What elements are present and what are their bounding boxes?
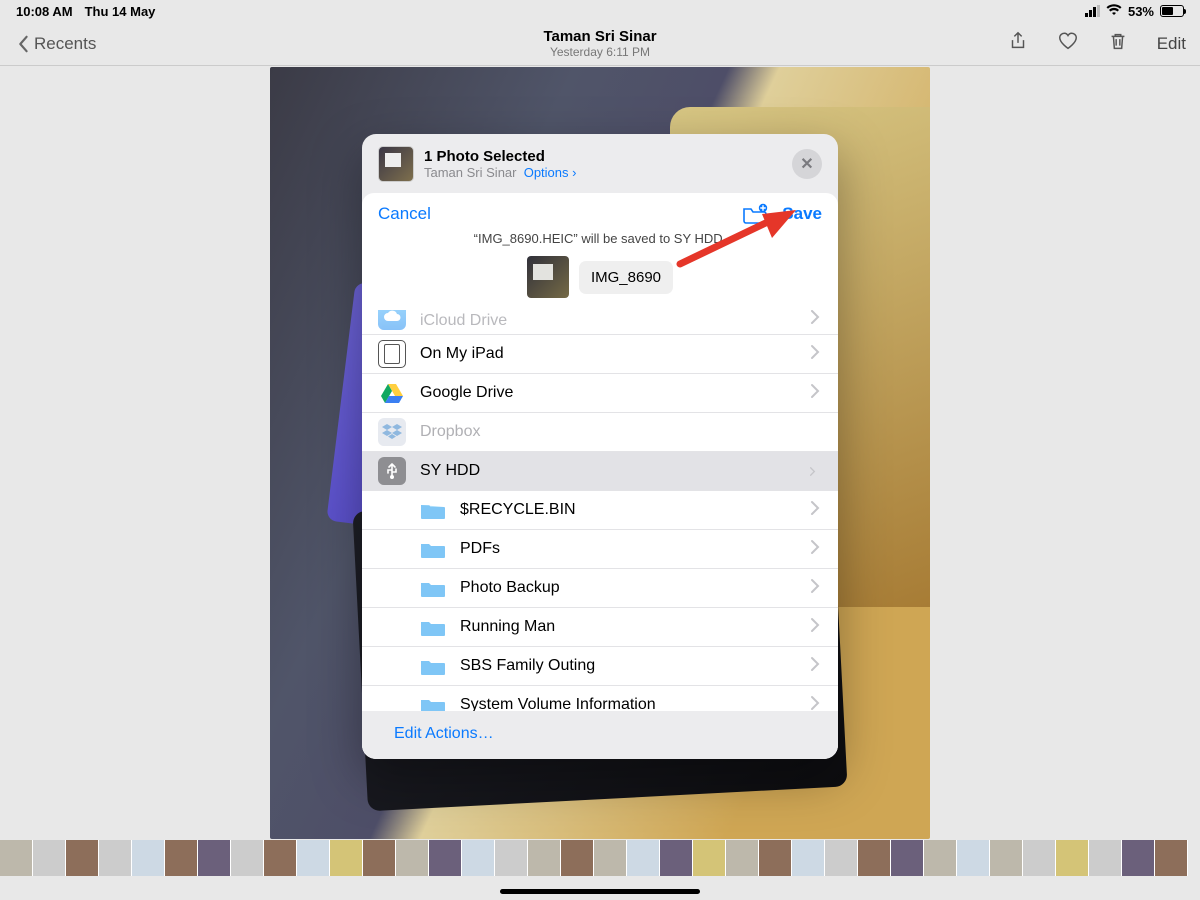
new-folder-icon xyxy=(742,203,768,225)
google-drive-icon xyxy=(378,379,406,407)
usb-drive-icon xyxy=(378,457,406,485)
folder-sbs-family-outing[interactable]: SBS Family Outing xyxy=(362,646,838,685)
folder-label: PDFs xyxy=(460,540,500,558)
icloud-icon xyxy=(378,310,406,330)
location-dropbox[interactable]: Dropbox xyxy=(362,412,838,451)
folder-icon xyxy=(420,695,446,711)
back-button[interactable]: Recents xyxy=(14,34,96,54)
chevron-right-icon xyxy=(810,617,820,638)
share-sheet-subtitle: Taman Sri Sinar xyxy=(424,165,516,180)
folder-recycle-bin[interactable]: $RECYCLE.BIN xyxy=(362,490,838,529)
folder-icon xyxy=(420,656,446,676)
battery-percent: 53% xyxy=(1128,4,1154,19)
location-on-my-ipad[interactable]: On My iPad xyxy=(362,334,838,373)
location-icloud-drive[interactable]: iCloud Drive xyxy=(362,310,838,334)
location-sy-hdd[interactable]: SY HDD xyxy=(362,451,838,490)
location-label: Dropbox xyxy=(420,423,480,441)
dropbox-icon xyxy=(378,418,406,446)
status-date: Thu 14 May xyxy=(85,4,156,19)
share-sheet-header: 1 Photo Selected Taman Sri Sinar Options… xyxy=(362,134,838,192)
location-label: On My iPad xyxy=(420,345,504,363)
nav-title-block: Taman Sri Sinar Yesterday 6:11 PM xyxy=(543,28,656,59)
chevron-right-icon xyxy=(810,383,820,404)
folder-pdfs[interactable]: PDFs xyxy=(362,529,838,568)
location-label: SY HDD xyxy=(420,462,480,480)
chevron-right-icon xyxy=(810,539,820,560)
folder-photo-backup[interactable]: Photo Backup xyxy=(362,568,838,607)
folder-icon xyxy=(420,578,446,598)
chevron-right-icon xyxy=(810,344,820,365)
status-bar: 10:08 AM Thu 14 May 53% xyxy=(0,0,1200,22)
location-label: iCloud Drive xyxy=(420,312,507,330)
folder-label: $RECYCLE.BIN xyxy=(460,501,576,519)
edit-button[interactable]: Edit xyxy=(1157,34,1186,54)
folder-icon xyxy=(420,539,446,559)
cellular-signal-icon xyxy=(1085,5,1100,17)
ipad-icon xyxy=(378,340,406,368)
share-options-link[interactable]: Options › xyxy=(524,165,577,180)
chevron-left-icon xyxy=(14,35,32,53)
share-sheet-thumbnail xyxy=(378,146,414,182)
share-sheet-title: 1 Photo Selected xyxy=(424,148,576,165)
back-label: Recents xyxy=(34,34,96,54)
close-icon: ✕ xyxy=(800,154,813,174)
favorite-button[interactable] xyxy=(1057,30,1079,57)
chevron-right-icon xyxy=(810,578,820,599)
folder-icon xyxy=(420,617,446,637)
folder-label: Photo Backup xyxy=(460,579,560,597)
thumbnail-strip[interactable] xyxy=(0,840,1200,876)
battery-icon xyxy=(1160,5,1184,17)
wifi-icon xyxy=(1106,4,1122,19)
folder-running-man[interactable]: Running Man xyxy=(362,607,838,646)
location-google-drive[interactable]: Google Drive xyxy=(362,373,838,412)
status-time: 10:08 AM xyxy=(16,4,73,19)
folder-icon xyxy=(420,500,446,520)
share-button[interactable] xyxy=(1007,30,1029,57)
cancel-button[interactable]: Cancel xyxy=(378,204,431,224)
close-button[interactable]: ✕ xyxy=(792,149,822,179)
delete-button[interactable] xyxy=(1107,30,1129,57)
new-folder-button[interactable] xyxy=(742,203,768,225)
file-thumbnail xyxy=(527,256,569,298)
folder-label: System Volume Information xyxy=(460,696,656,711)
location-label: Google Drive xyxy=(420,384,513,402)
chevron-down-icon xyxy=(805,466,826,476)
home-indicator[interactable] xyxy=(500,889,700,894)
trash-icon xyxy=(1107,30,1129,52)
share-icon xyxy=(1007,30,1029,52)
folder-system-volume-information[interactable]: System Volume Information xyxy=(362,685,838,711)
chevron-right-icon xyxy=(810,656,820,677)
chevron-right-icon xyxy=(810,310,820,330)
heart-icon xyxy=(1057,30,1079,52)
share-sheet: 1 Photo Selected Taman Sri Sinar Options… xyxy=(362,134,838,759)
edit-actions-link[interactable]: Edit Actions… xyxy=(394,725,494,742)
location-list: iCloud Drive On My iPad Google Drive xyxy=(362,310,838,711)
nav-subtitle: Yesterday 6:11 PM xyxy=(543,45,656,59)
chevron-right-icon xyxy=(810,695,820,712)
nav-title: Taman Sri Sinar xyxy=(543,28,656,45)
filename-input[interactable]: IMG_8690 xyxy=(579,261,673,294)
save-destination-message: “IMG_8690.HEIC” will be saved to SY HDD. xyxy=(362,227,838,256)
save-button[interactable]: Save xyxy=(782,204,822,224)
folder-label: SBS Family Outing xyxy=(460,657,595,675)
folder-label: Running Man xyxy=(460,618,555,636)
chevron-right-icon xyxy=(810,500,820,521)
nav-bar: Recents Taman Sri Sinar Yesterday 6:11 P… xyxy=(0,22,1200,66)
